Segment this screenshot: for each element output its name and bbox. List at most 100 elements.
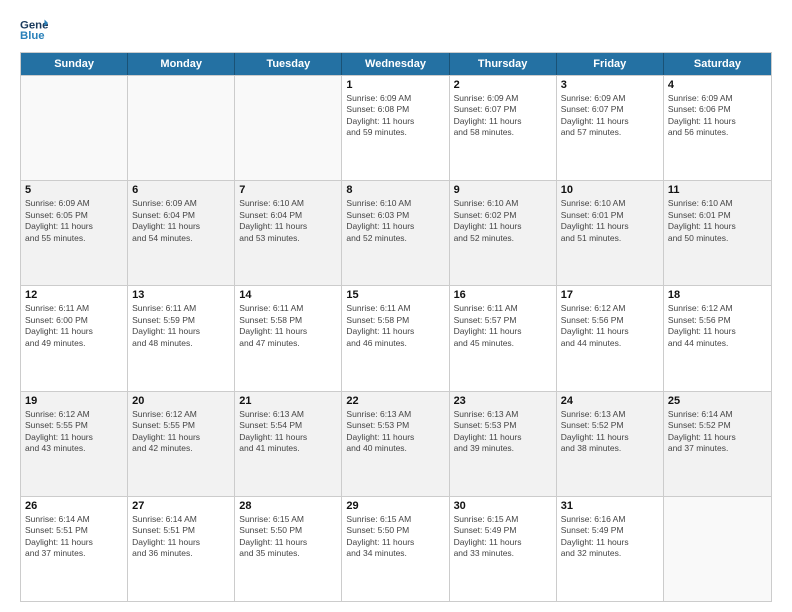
calendar-header: SundayMondayTuesdayWednesdayThursdayFrid… (21, 53, 771, 75)
day-info: Sunrise: 6:14 AM Sunset: 5:51 PM Dayligh… (25, 514, 123, 560)
day-info: Sunrise: 6:11 AM Sunset: 5:58 PM Dayligh… (346, 303, 444, 349)
day-number: 13 (132, 289, 230, 301)
day-number: 21 (239, 395, 337, 407)
day-info: Sunrise: 6:13 AM Sunset: 5:54 PM Dayligh… (239, 409, 337, 455)
day-info: Sunrise: 6:13 AM Sunset: 5:53 PM Dayligh… (454, 409, 552, 455)
day-number: 15 (346, 289, 444, 301)
day-info: Sunrise: 6:10 AM Sunset: 6:03 PM Dayligh… (346, 198, 444, 244)
calendar-cell (21, 76, 128, 180)
day-number: 8 (346, 184, 444, 196)
day-number: 12 (25, 289, 123, 301)
day-number: 6 (132, 184, 230, 196)
weekday-header: Wednesday (342, 53, 449, 75)
day-info: Sunrise: 6:11 AM Sunset: 6:00 PM Dayligh… (25, 303, 123, 349)
day-number: 10 (561, 184, 659, 196)
day-info: Sunrise: 6:12 AM Sunset: 5:55 PM Dayligh… (132, 409, 230, 455)
day-number: 7 (239, 184, 337, 196)
weekday-header: Friday (557, 53, 664, 75)
calendar-cell: 23 Sunrise: 6:13 AM Sunset: 5:53 PM Dayli… (450, 392, 557, 496)
calendar-cell: 22 Sunrise: 6:13 AM Sunset: 5:53 PM Dayli… (342, 392, 449, 496)
day-number: 31 (561, 500, 659, 512)
calendar-row: 1 Sunrise: 6:09 AM Sunset: 6:08 PM Daylig… (21, 75, 771, 180)
calendar-cell: 18Sunrise: 6:12 AM Sunset: 5:56 PM Dayli… (664, 286, 771, 390)
calendar-row: 12 Sunrise: 6:11 AM Sunset: 6:00 PM Dayli… (21, 285, 771, 390)
calendar-cell: 30Sunrise: 6:15 AM Sunset: 5:49 PM Dayli… (450, 497, 557, 601)
page: General Blue SundayMondayTuesdayWednesda… (0, 0, 792, 612)
day-info: Sunrise: 6:09 AM Sunset: 6:06 PM Dayligh… (668, 93, 767, 139)
calendar-cell (664, 497, 771, 601)
day-number: 20 (132, 395, 230, 407)
day-info: Sunrise: 6:09 AM Sunset: 6:05 PM Dayligh… (25, 198, 123, 244)
weekday-header: Sunday (21, 53, 128, 75)
calendar-cell: 11 Sunrise: 6:10 AM Sunset: 6:01 PM Dayli… (664, 181, 771, 285)
day-info: Sunrise: 6:10 AM Sunset: 6:01 PM Dayligh… (668, 198, 767, 244)
calendar-cell: 15 Sunrise: 6:11 AM Sunset: 5:58 PM Dayli… (342, 286, 449, 390)
day-number: 2 (454, 79, 552, 91)
day-number: 27 (132, 500, 230, 512)
header: General Blue (20, 16, 772, 44)
calendar-cell: 8 Sunrise: 6:10 AM Sunset: 6:03 PM Daylig… (342, 181, 449, 285)
day-info: Sunrise: 6:13 AM Sunset: 5:52 PM Dayligh… (561, 409, 659, 455)
day-info: Sunrise: 6:15 AM Sunset: 5:50 PM Dayligh… (239, 514, 337, 560)
day-number: 28 (239, 500, 337, 512)
calendar-cell: 19 Sunrise: 6:12 AM Sunset: 5:55 PM Dayli… (21, 392, 128, 496)
calendar-cell (128, 76, 235, 180)
day-number: 22 (346, 395, 444, 407)
day-number: 4 (668, 79, 767, 91)
day-number: 23 (454, 395, 552, 407)
day-info: Sunrise: 6:09 AM Sunset: 6:07 PM Dayligh… (454, 93, 552, 139)
calendar-cell: 4 Sunrise: 6:09 AM Sunset: 6:06 PM Daylig… (664, 76, 771, 180)
day-info: Sunrise: 6:12 AM Sunset: 5:55 PM Dayligh… (25, 409, 123, 455)
day-info: Sunrise: 6:11 AM Sunset: 5:57 PM Dayligh… (454, 303, 552, 349)
day-info: Sunrise: 6:15 AM Sunset: 5:50 PM Dayligh… (346, 514, 444, 560)
day-number: 24 (561, 395, 659, 407)
day-info: Sunrise: 6:09 AM Sunset: 6:04 PM Dayligh… (132, 198, 230, 244)
day-number: 3 (561, 79, 659, 91)
weekday-header: Monday (128, 53, 235, 75)
calendar-cell: 27 Sunrise: 6:14 AM Sunset: 5:51 PM Dayli… (128, 497, 235, 601)
day-info: Sunrise: 6:16 AM Sunset: 5:49 PM Dayligh… (561, 514, 659, 560)
calendar-row: 26 Sunrise: 6:14 AM Sunset: 5:51 PM Dayli… (21, 496, 771, 601)
calendar-cell: 9 Sunrise: 6:10 AM Sunset: 6:02 PM Daylig… (450, 181, 557, 285)
calendar-cell: 25 Sunrise: 6:14 AM Sunset: 5:52 PM Dayli… (664, 392, 771, 496)
day-info: Sunrise: 6:10 AM Sunset: 6:02 PM Dayligh… (454, 198, 552, 244)
day-info: Sunrise: 6:14 AM Sunset: 5:51 PM Dayligh… (132, 514, 230, 560)
calendar-cell: 31 Sunrise: 6:16 AM Sunset: 5:49 PM Dayli… (557, 497, 664, 601)
logo-icon: General Blue (20, 16, 48, 44)
day-number: 1 (346, 79, 444, 91)
day-number: 19 (25, 395, 123, 407)
calendar-row: 5Sunrise: 6:09 AM Sunset: 6:05 PM Daylig… (21, 180, 771, 285)
day-info: Sunrise: 6:11 AM Sunset: 5:59 PM Dayligh… (132, 303, 230, 349)
weekday-header: Thursday (450, 53, 557, 75)
day-info: Sunrise: 6:13 AM Sunset: 5:53 PM Dayligh… (346, 409, 444, 455)
calendar-cell: 17Sunrise: 6:12 AM Sunset: 5:56 PM Dayli… (557, 286, 664, 390)
day-number: 17 (561, 289, 659, 301)
calendar-cell: 28 Sunrise: 6:15 AM Sunset: 5:50 PM Dayli… (235, 497, 342, 601)
calendar-cell: 2 Sunrise: 6:09 AM Sunset: 6:07 PM Daylig… (450, 76, 557, 180)
day-info: Sunrise: 6:15 AM Sunset: 5:49 PM Dayligh… (454, 514, 552, 560)
day-number: 9 (454, 184, 552, 196)
day-number: 18 (668, 289, 767, 301)
day-info: Sunrise: 6:10 AM Sunset: 6:04 PM Dayligh… (239, 198, 337, 244)
calendar-cell: 14Sunrise: 6:11 AM Sunset: 5:58 PM Dayli… (235, 286, 342, 390)
day-number: 29 (346, 500, 444, 512)
day-number: 16 (454, 289, 552, 301)
weekday-header: Tuesday (235, 53, 342, 75)
day-number: 26 (25, 500, 123, 512)
calendar-cell (235, 76, 342, 180)
day-info: Sunrise: 6:14 AM Sunset: 5:52 PM Dayligh… (668, 409, 767, 455)
day-info: Sunrise: 6:09 AM Sunset: 6:08 PM Dayligh… (346, 93, 444, 139)
day-number: 25 (668, 395, 767, 407)
calendar-cell: 12 Sunrise: 6:11 AM Sunset: 6:00 PM Dayli… (21, 286, 128, 390)
calendar-body: 1 Sunrise: 6:09 AM Sunset: 6:08 PM Daylig… (21, 75, 771, 601)
weekday-header: Saturday (664, 53, 771, 75)
calendar-cell: 5Sunrise: 6:09 AM Sunset: 6:05 PM Daylig… (21, 181, 128, 285)
calendar-row: 19 Sunrise: 6:12 AM Sunset: 5:55 PM Dayli… (21, 391, 771, 496)
calendar-cell: 6 Sunrise: 6:09 AM Sunset: 6:04 PM Daylig… (128, 181, 235, 285)
day-info: Sunrise: 6:10 AM Sunset: 6:01 PM Dayligh… (561, 198, 659, 244)
calendar-cell: 21 Sunrise: 6:13 AM Sunset: 5:54 PM Dayli… (235, 392, 342, 496)
calendar-cell: 26 Sunrise: 6:14 AM Sunset: 5:51 PM Dayli… (21, 497, 128, 601)
calendar-cell: 13 Sunrise: 6:11 AM Sunset: 5:59 PM Dayli… (128, 286, 235, 390)
day-number: 11 (668, 184, 767, 196)
calendar-cell: 7 Sunrise: 6:10 AM Sunset: 6:04 PM Daylig… (235, 181, 342, 285)
